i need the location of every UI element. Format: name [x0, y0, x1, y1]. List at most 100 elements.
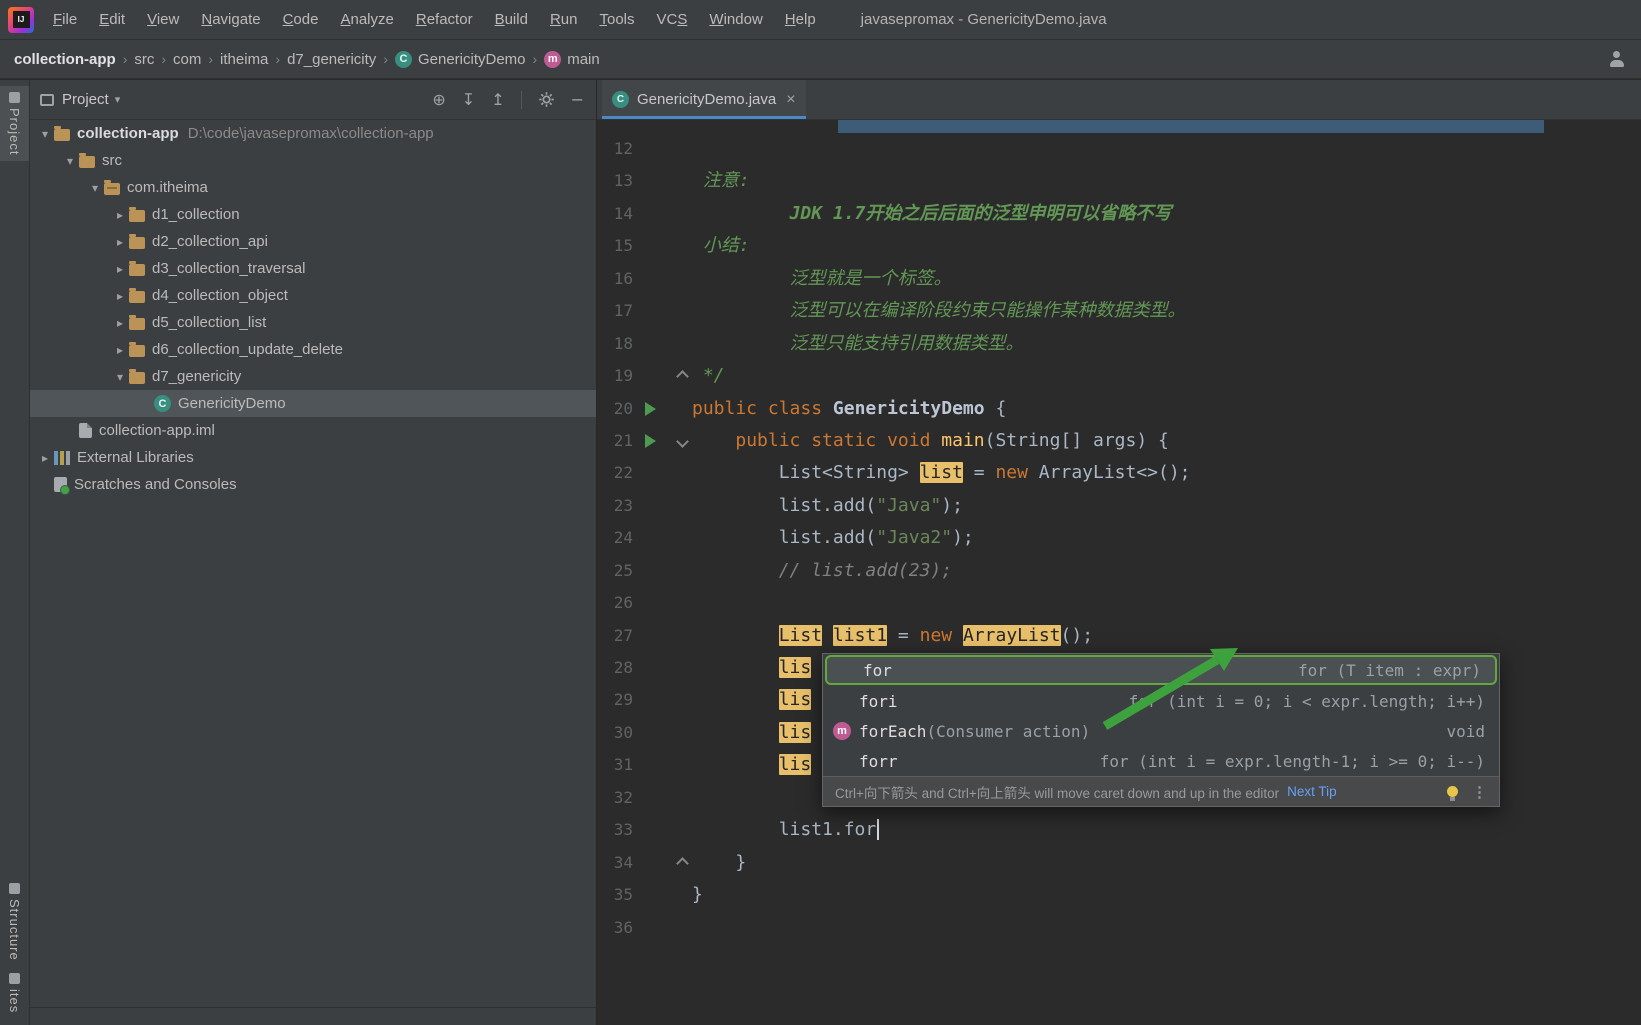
- code-line[interactable]: 27 List list1 = new ArrayList();: [597, 620, 1641, 652]
- chevron-right-icon[interactable]: ▸: [111, 262, 129, 276]
- breadcrumb-item[interactable]: C GenericityDemo: [394, 50, 526, 68]
- locate-icon[interactable]: ⊕: [432, 90, 445, 109]
- tree-item[interactable]: ▾ d7_genericity: [30, 363, 596, 390]
- completion-item[interactable]: m forEach (Consumer action) void: [823, 716, 1499, 746]
- menu-refactor[interactable]: Refactor: [405, 6, 484, 33]
- tree-item[interactable]: ▸ d2_collection_api: [30, 228, 596, 255]
- line-number: 34: [613, 852, 633, 872]
- menu-file[interactable]: File: [42, 6, 88, 33]
- chevron-right-icon[interactable]: ▸: [36, 451, 54, 465]
- tree-item[interactable]: ▸ d1_collection: [30, 201, 596, 228]
- menu-window[interactable]: Window: [698, 6, 773, 33]
- menu-tools[interactable]: Tools: [588, 6, 645, 33]
- collapse-all-icon[interactable]: ↥: [491, 90, 504, 109]
- close-icon[interactable]: ×: [786, 91, 795, 109]
- tree-item[interactable]: ▸ d3_collection_traversal: [30, 255, 596, 282]
- chevron-right-icon[interactable]: ▸: [111, 343, 129, 357]
- code-line[interactable]: 17 泛型可以在编译阶段约束只能操作某种数据类型。: [597, 295, 1641, 327]
- tree-item[interactable]: C GenericityDemo: [30, 390, 596, 417]
- code-line[interactable]: 25 // list.add(23);: [597, 555, 1641, 587]
- completion-item[interactable]: fori for (int i = 0; i < expr.length; i++…: [823, 686, 1499, 716]
- completion-item-name: forEach: [859, 721, 927, 741]
- breadcrumb-item[interactable]: com: [173, 51, 201, 68]
- menu-edit[interactable]: Edit: [88, 6, 136, 33]
- lightbulb-icon[interactable]: [1447, 786, 1458, 801]
- tree-item[interactable]: Scratches and Consoles: [30, 471, 596, 498]
- chevron-right-icon[interactable]: ▸: [111, 289, 129, 303]
- next-tip-link[interactable]: Next Tip: [1287, 784, 1337, 799]
- code-line[interactable]: 15 小结:: [597, 230, 1641, 262]
- chevron-down-icon[interactable]: ▾: [36, 127, 54, 141]
- chevron-right-icon: ›: [122, 51, 128, 67]
- tree-item[interactable]: ▸ d4_collection_object: [30, 282, 596, 309]
- breadcrumb-item[interactable]: d7_genericity: [287, 51, 376, 68]
- menu-navigate[interactable]: Navigate: [190, 6, 271, 33]
- code-line[interactable]: 21 public static void main(String[] args…: [597, 425, 1641, 457]
- settings-gear-icon[interactable]: [538, 91, 555, 108]
- class-icon: C: [612, 91, 629, 108]
- menu-build[interactable]: Build: [484, 6, 539, 33]
- panel-toolbar: ⊕ ↧ ↥ −: [432, 90, 584, 109]
- tree-item[interactable]: collection-app.iml: [30, 417, 596, 444]
- method-icon: m: [544, 50, 562, 68]
- tree-item[interactable]: ▾ src: [30, 147, 596, 174]
- menu-help[interactable]: Help: [774, 6, 827, 33]
- chevron-down-icon[interactable]: ▾: [86, 181, 104, 195]
- tool-stripe-project[interactable]: Project: [0, 86, 29, 162]
- gutter: [633, 328, 681, 360]
- code-line[interactable]: 16 泛型就是一个标签。: [597, 263, 1641, 295]
- tool-stripe-structure[interactable]: Structure: [0, 877, 29, 967]
- menu-code[interactable]: Code: [272, 6, 330, 33]
- code-line[interactable]: 26: [597, 587, 1641, 619]
- code-line[interactable]: 33 list1.for: [597, 814, 1641, 846]
- code-line[interactable]: 14 JDK 1.7开始之后后面的泛型申明可以省略不写: [597, 198, 1641, 230]
- tree-item[interactable]: ▾ collection-app D:\code\javasepromax\coll…: [30, 120, 596, 147]
- line-number: 14: [613, 203, 633, 223]
- chevron-right-icon[interactable]: ▸: [111, 235, 129, 249]
- chevron-right-icon[interactable]: ▸: [111, 208, 129, 222]
- code-text: List list1 = new ArrayList();: [778, 624, 1094, 646]
- chevron-down-icon[interactable]: ▾: [115, 93, 121, 106]
- menu-run[interactable]: Run: [539, 6, 589, 33]
- completion-item[interactable]: for for (T item : expr): [825, 655, 1497, 685]
- code-line[interactable]: 22 List<String> list = new ArrayList<>()…: [597, 457, 1641, 489]
- completion-icon-placeholder: [833, 692, 851, 710]
- breadcrumb-item[interactable]: src: [134, 51, 154, 68]
- tree-item[interactable]: ▸ d6_collection_update_delete: [30, 336, 596, 363]
- menu-vcs[interactable]: VCS: [646, 6, 699, 33]
- tree-item-label: d7_genericity: [152, 368, 242, 385]
- run-icon[interactable]: [645, 401, 656, 416]
- breadcrumb-item[interactable]: itheima: [220, 51, 268, 68]
- chevron-down-icon[interactable]: ▾: [111, 370, 129, 384]
- code-line[interactable]: 36: [597, 912, 1641, 944]
- code-line[interactable]: 13 注意:: [597, 165, 1641, 197]
- code-line[interactable]: 35}: [597, 879, 1641, 911]
- breadcrumb-item[interactable]: collection-app: [14, 51, 116, 68]
- code-line[interactable]: 12: [597, 133, 1641, 165]
- tree-item[interactable]: ▾ com.itheima: [30, 174, 596, 201]
- tree-item[interactable]: ▸ d5_collection_list: [30, 309, 596, 336]
- menu-view[interactable]: View: [136, 6, 190, 33]
- breadcrumb-item[interactable]: m main: [544, 50, 600, 68]
- code-line[interactable]: 34 }: [597, 847, 1641, 879]
- code-line[interactable]: 20 public class GenericityDemo {: [597, 393, 1641, 425]
- tool-stripe-ites[interactable]: ites: [0, 967, 29, 1019]
- tree-item[interactable]: ▸ External Libraries: [30, 444, 596, 471]
- code-line[interactable]: 24 list.add("Java2");: [597, 522, 1641, 554]
- chevron-down-icon[interactable]: ▾: [61, 154, 79, 168]
- code-line[interactable]: 19 */: [597, 360, 1641, 392]
- hide-panel-icon[interactable]: −: [571, 90, 584, 109]
- chevron-right-icon[interactable]: ▸: [111, 316, 129, 330]
- expand-all-icon[interactable]: ↧: [462, 90, 475, 109]
- code-line[interactable]: 23 list.add("Java");: [597, 490, 1641, 522]
- completion-item[interactable]: forr for (int i = expr.length-1; i >= 0; …: [823, 746, 1499, 776]
- more-options-icon[interactable]: ⋮: [1472, 783, 1487, 801]
- line-number: 19: [613, 366, 633, 386]
- tab-genericitydemo[interactable]: C GenericityDemo.java ×: [602, 80, 806, 119]
- menu-analyze[interactable]: Analyze: [329, 6, 404, 33]
- code-line[interactable]: 18 泛型只能支持引用数据类型。: [597, 328, 1641, 360]
- code-editor[interactable]: 12 13 注意: 14 JDK 1.7开始之后后面的泛型申明可以省略不写 15 小结…: [597, 120, 1641, 1025]
- project-panel-title[interactable]: Project: [62, 91, 109, 108]
- user-icon[interactable]: [1609, 51, 1625, 67]
- run-icon[interactable]: [645, 433, 656, 448]
